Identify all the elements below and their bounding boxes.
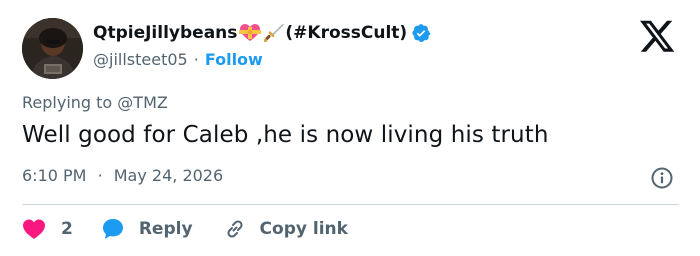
info-icon[interactable] [650,166,674,190]
action-bar: 2 Reply Copy link [22,215,348,243]
separator-dot: · [97,166,103,185]
heart-icon [23,219,45,239]
author-display-name-suffix[interactable]: (#KrossCult) [285,23,407,43]
author-display-name[interactable]: QtpieJillybeans [93,23,237,43]
reply-bubble-icon [102,219,123,239]
heart-with-ribbon-icon [239,23,262,43]
author-info: QtpieJillybeans (#KrossCult) @jillsteet0… [93,21,431,70]
tweet-timestamp[interactable]: 6:10 PM · May 24, 2026 [22,166,223,185]
divider [22,204,679,205]
x-logo-icon[interactable] [639,20,675,52]
avatar-photo [22,18,83,79]
tweet-date: May 24, 2026 [113,166,224,185]
author-handle[interactable]: @jillsteet05 [93,50,188,69]
copy-link-button[interactable]: Copy link [223,217,348,241]
link-icon [227,220,243,238]
embedded-tweet: QtpieJillybeans (#KrossCult) @jillsteet0… [0,0,700,256]
replying-to-mention[interactable]: @TMZ [117,93,168,112]
replying-to-prefix: Replying to [22,93,113,112]
verified-badge-icon [411,23,431,43]
follow-button[interactable]: Follow [205,50,263,69]
avatar[interactable] [22,18,83,79]
replying-to: Replying to @TMZ [22,93,168,112]
tweet-time: 6:10 PM [22,166,87,185]
separator-dot: · [193,49,199,69]
author-handle-row: @jillsteet05 · Follow [93,48,431,70]
copy-link-label: Copy link [259,219,348,239]
tweet-text: Well good for Caleb ,he is now living hi… [22,122,549,148]
author-name-row[interactable]: QtpieJillybeans (#KrossCult) [93,21,431,45]
reply-label: Reply [138,219,193,239]
reply-button[interactable]: Reply [101,217,193,241]
like-count: 2 [61,219,73,239]
like-button[interactable]: 2 [22,218,73,240]
dagger-icon [263,23,285,43]
